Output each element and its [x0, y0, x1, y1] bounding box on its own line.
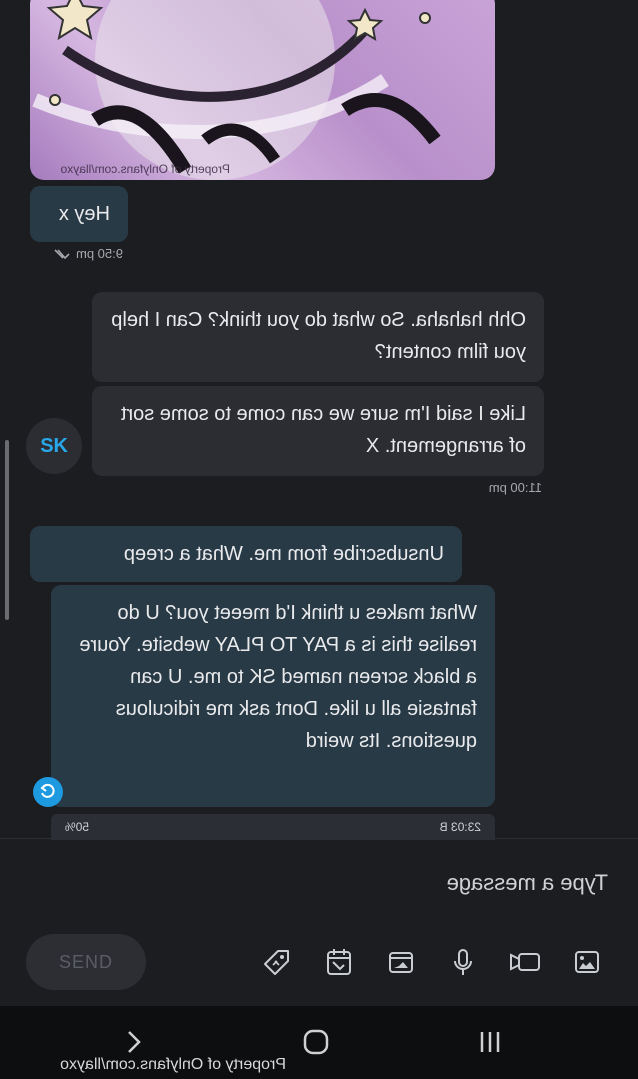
send-button[interactable]: SEND	[26, 934, 146, 990]
back-icon	[128, 1031, 141, 1053]
bottom-watermark: Property of Onlyfans.com/llayxo	[60, 1056, 286, 1073]
time-text: 9:50 pm	[76, 246, 123, 261]
calendar-icon[interactable]	[308, 934, 370, 990]
reply-icon[interactable]	[33, 777, 63, 807]
composer-toolbar	[246, 934, 618, 990]
back-button[interactable]	[114, 1024, 154, 1060]
avatar[interactable]: SK	[26, 418, 82, 474]
photo-watermark: Property of Onlyfans.com/llayxo	[60, 162, 230, 176]
embedded-status-bar: 23:03 B 50%	[51, 814, 495, 840]
status-time: 23:03 B	[439, 820, 481, 834]
price-tag-icon[interactable]	[246, 934, 308, 990]
message-bubble[interactable]: Unsubscribe from me. What a creep	[30, 526, 462, 582]
chat-thread: Property of Onlyfans.com/llayxo Hey x 9:…	[0, 0, 638, 840]
message-input[interactable]	[26, 862, 610, 904]
message-time: 9:50 pm	[52, 246, 123, 261]
composer: SEND	[0, 840, 638, 1006]
avatar-initials: SK	[40, 434, 68, 457]
screen: Property of Onlyfans.com/llayxo Hey x 9:…	[0, 0, 638, 1079]
video-icon[interactable]	[494, 934, 556, 990]
recents-icon	[480, 1032, 500, 1052]
image-icon[interactable]	[556, 934, 618, 990]
media-icon[interactable]	[370, 934, 432, 990]
message-bubble[interactable]: What makes u think I'd meeet you? U do r…	[51, 585, 495, 807]
message-text: Ohh hahaha. So what do you think? Can I …	[111, 309, 526, 363]
message-bubble[interactable]: Hey x	[30, 186, 128, 242]
home-icon	[303, 1029, 329, 1055]
time-text: 11:00 pm	[488, 480, 542, 495]
read-receipt-icon	[54, 248, 70, 259]
divider	[0, 838, 638, 839]
message-text: Unsubscribe from me. What a creep	[123, 543, 444, 565]
send-label: SEND	[59, 951, 114, 972]
message-bubble[interactable]: Like I said I'm sure we can come to some…	[92, 386, 544, 476]
status-battery: 50%	[65, 820, 90, 834]
photo-illustration	[32, 0, 441, 180]
reply-arrow-icon	[40, 783, 55, 798]
message-text: Like I said I'm sure we can come to some…	[120, 403, 526, 457]
home-button[interactable]	[296, 1024, 336, 1060]
system-navigation-bar: Property of Onlyfans.com/llayxo	[0, 1006, 638, 1079]
message-text: Hey x	[58, 203, 110, 225]
microphone-icon[interactable]	[432, 934, 494, 990]
recents-button[interactable]	[470, 1024, 510, 1060]
message-bubble[interactable]: Ohh hahaha. So what do you think? Can I …	[92, 292, 544, 382]
message-text: What makes u think I'd meeet you? U do r…	[79, 602, 477, 752]
shared-photo[interactable]: Property of Onlyfans.com/llayxo	[30, 0, 495, 180]
scrollbar[interactable]	[5, 440, 9, 620]
message-time: 11:00 pm	[489, 480, 542, 495]
